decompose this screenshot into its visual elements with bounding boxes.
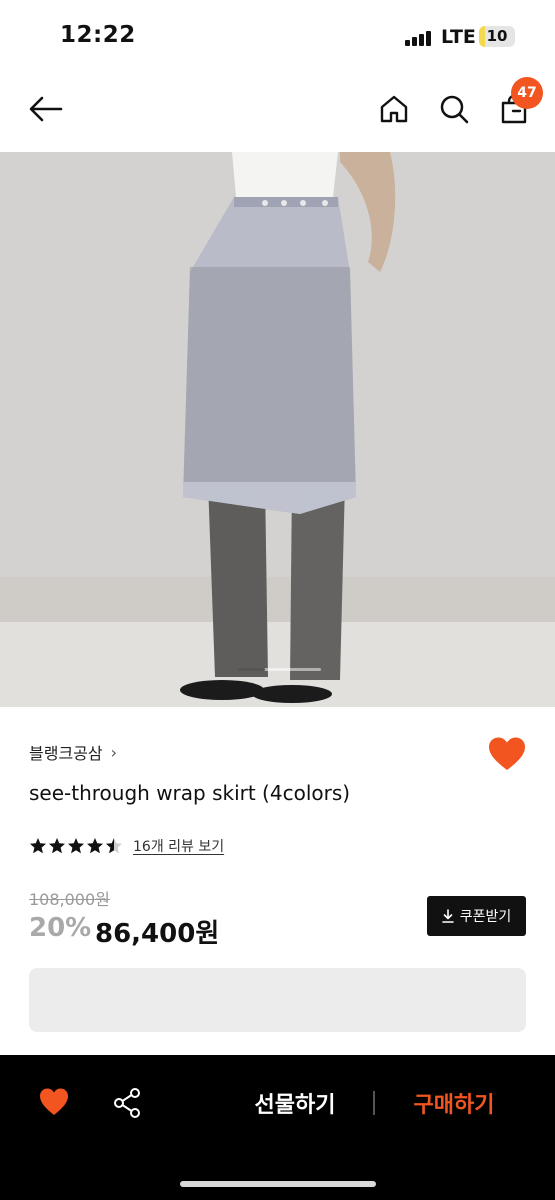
search-button[interactable] <box>432 87 476 131</box>
search-icon <box>440 95 469 124</box>
download-icon <box>441 909 454 923</box>
discount-rate: 20% <box>29 913 92 943</box>
network-label: LTE <box>441 26 476 48</box>
sale-price: 86,400원 <box>95 919 220 949</box>
original-price: 108,000원 <box>29 890 110 909</box>
star-icon <box>87 838 103 854</box>
rating-row: 16개 리뷰 보기 <box>29 836 224 856</box>
product-photo <box>0 152 555 707</box>
status-time: 12:22 <box>60 22 136 48</box>
status-bar: 12:22 LTE 10 <box>0 0 555 70</box>
option-info-box[interactable] <box>29 968 526 1032</box>
star-rating <box>29 837 123 855</box>
battery-icon: 10 <box>479 26 515 47</box>
image-pagination-active <box>237 668 265 671</box>
review-link[interactable]: 16개 리뷰 보기 <box>133 836 224 856</box>
brand-link[interactable]: 블랭크공삼 › <box>29 740 117 764</box>
heart-icon[interactable] <box>487 736 527 772</box>
image-pagination <box>237 668 321 671</box>
buy-button[interactable]: 구매하기 <box>391 1087 517 1119</box>
home-indicator <box>180 1181 376 1187</box>
bottom-action-bar <box>0 1055 555 1200</box>
arrow-left-icon <box>29 96 63 122</box>
coupon-button[interactable]: 쿠폰받기 <box>427 896 526 936</box>
coupon-label: 쿠폰받기 <box>459 909 512 925</box>
brand-name: 블랭크공삼 <box>29 744 103 763</box>
share-icon[interactable] <box>112 1087 142 1119</box>
star-icon <box>30 838 46 854</box>
signal-icon <box>405 30 435 46</box>
cart-count-badge: 47 <box>511 77 543 109</box>
home-button[interactable] <box>372 87 416 131</box>
star-icon <box>68 838 84 854</box>
back-button[interactable] <box>24 87 68 131</box>
product-title: see-through wrap skirt (4colors) <box>29 781 351 805</box>
home-icon <box>380 95 408 123</box>
divider <box>373 1091 375 1115</box>
star-icon <box>49 838 65 854</box>
top-nav <box>0 75 555 145</box>
chevron-right-icon: › <box>110 742 118 762</box>
heart-icon[interactable] <box>38 1086 70 1118</box>
product-image[interactable] <box>0 152 555 707</box>
gift-button[interactable]: 선물하기 <box>232 1087 358 1119</box>
star-icon <box>106 838 122 854</box>
battery-level: 10 <box>486 27 508 45</box>
